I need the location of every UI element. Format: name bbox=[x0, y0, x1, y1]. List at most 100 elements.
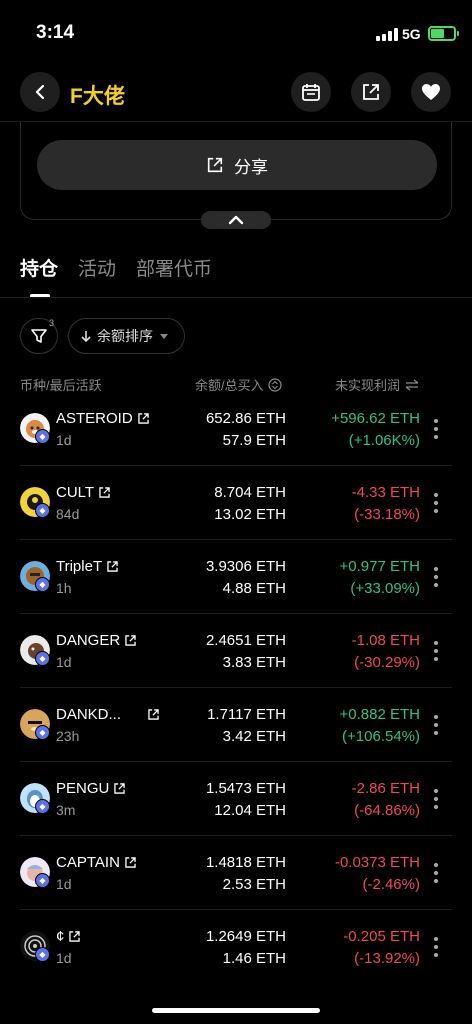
caret-down-icon bbox=[160, 334, 168, 339]
eth-chain-icon: ◆ bbox=[35, 799, 50, 814]
more-options-button[interactable] bbox=[432, 715, 440, 735]
token-symbol[interactable]: PENGU bbox=[56, 780, 126, 797]
balance: 2.4651 ETH bbox=[205, 632, 286, 649]
holding-row[interactable]: ◆ ASTEROID 1d 652.86 ETH 57.9 ETH +596.6… bbox=[0, 392, 472, 466]
token-symbol[interactable]: CULT bbox=[56, 484, 111, 501]
eth-chain-icon: ◆ bbox=[35, 503, 50, 518]
token-symbol[interactable]: DANGER bbox=[56, 632, 137, 649]
unrealized-pnl: +596.62 ETH bbox=[331, 410, 420, 427]
balance: 8.704 ETH bbox=[214, 484, 286, 501]
total-bought: 13.02 ETH bbox=[214, 506, 286, 523]
unrealized-pnl-percent: (-30.29%) bbox=[354, 654, 420, 671]
more-options-button[interactable] bbox=[432, 937, 440, 957]
token-symbol[interactable]: ASTEROID bbox=[56, 410, 150, 427]
more-options-button[interactable] bbox=[432, 641, 440, 661]
currency-toggle-icon bbox=[268, 377, 282, 392]
total-bought: 57.9 ETH bbox=[222, 432, 286, 449]
token-symbol[interactable]: ¢ bbox=[56, 928, 81, 945]
last-active: 84d bbox=[56, 506, 80, 522]
unrealized-pnl-percent: (-2.46%) bbox=[362, 876, 420, 893]
back-button[interactable] bbox=[20, 72, 60, 112]
favorite-button[interactable] bbox=[411, 72, 451, 112]
last-active: 1h bbox=[56, 580, 72, 596]
holding-row[interactable]: ◆ CULT 84d 8.704 ETH 13.02 ETH -4.33 ETH… bbox=[0, 466, 472, 540]
external-link-icon bbox=[137, 413, 149, 424]
cent-icon: ◆ bbox=[20, 931, 50, 962]
more-options-button[interactable] bbox=[432, 419, 440, 439]
asteroid-shiba-icon: ◆ bbox=[20, 413, 50, 444]
total-bought: 12.04 ETH bbox=[214, 802, 286, 819]
holding-row[interactable]: ◆ ¢ 1d 1.2649 ETH 1.46 ETH -0.205 ETH (-… bbox=[0, 910, 472, 984]
eth-chain-icon: ◆ bbox=[35, 651, 50, 666]
external-link-icon bbox=[114, 783, 126, 794]
unrealized-pnl: +0.882 ETH bbox=[339, 706, 420, 723]
danger-icon: ◆ bbox=[20, 635, 50, 666]
sort-dropdown[interactable]: 余额排序 bbox=[68, 318, 185, 354]
total-bought: 2.53 ETH bbox=[222, 876, 286, 893]
unrealized-pnl-percent: (+33.09%) bbox=[350, 580, 420, 597]
total-bought: 4.88 ETH bbox=[222, 580, 286, 597]
share-button[interactable]: 分享 bbox=[37, 140, 437, 190]
eth-chain-icon: ◆ bbox=[35, 947, 50, 962]
more-options-button[interactable] bbox=[432, 863, 440, 883]
external-link-icon bbox=[99, 487, 110, 498]
last-active: 1d bbox=[56, 950, 72, 966]
unrealized-pnl-percent: (-64.86%) bbox=[354, 802, 420, 819]
external-link-icon bbox=[107, 561, 118, 572]
token-symbol[interactable]: CAPTAIN bbox=[56, 854, 137, 871]
unrealized-pnl: -0.0373 ETH bbox=[334, 854, 420, 871]
home-indicator[interactable] bbox=[152, 1008, 320, 1013]
external-link-icon bbox=[148, 709, 159, 720]
external-share-button[interactable] bbox=[351, 72, 391, 112]
triplet-icon: ◆ bbox=[20, 561, 50, 592]
signal-icon bbox=[376, 28, 398, 41]
holding-row[interactable]: ◆ DANGER 1d 2.4651 ETH 3.83 ETH -1.08 ET… bbox=[0, 614, 472, 688]
eth-chain-icon: ◆ bbox=[35, 725, 50, 740]
eth-chain-icon: ◆ bbox=[35, 429, 50, 444]
unrealized-pnl-percent: (-13.92%) bbox=[354, 950, 420, 967]
profile-card: 分享 bbox=[20, 122, 452, 220]
holding-row[interactable]: ◆ TripleT 1h 3.9306 ETH 4.88 ETH +0.977 … bbox=[0, 540, 472, 614]
chevron-left-icon bbox=[35, 84, 45, 100]
balance: 1.7117 ETH bbox=[207, 706, 286, 723]
status-bar: 3:14 5G bbox=[0, 0, 472, 60]
holding-row[interactable]: ◆ PENGU 3m 1.5473 ETH 12.04 ETH -2.86 ET… bbox=[0, 762, 472, 836]
token-symbol[interactable]: TripleT bbox=[56, 558, 119, 575]
unrealized-pnl: -1.08 ETH bbox=[351, 632, 420, 649]
unrealized-pnl: -2.86 ETH bbox=[351, 780, 420, 797]
holding-row[interactable]: ◆ DANKD... 23h 1.7117 ETH 3.42 ETH +0.88… bbox=[0, 688, 472, 762]
captain-icon: ◆ bbox=[20, 857, 50, 888]
dank-doge-icon: ◆ bbox=[20, 709, 50, 740]
total-bought: 3.42 ETH bbox=[222, 728, 286, 745]
last-active: 23h bbox=[56, 728, 80, 744]
external-link-icon bbox=[125, 635, 136, 646]
unrealized-pnl: -4.33 ETH bbox=[351, 484, 420, 501]
eth-chain-icon: ◆ bbox=[35, 577, 50, 592]
holding-row[interactable]: ◆ CAPTAIN 1d 1.4818 ETH 2.53 ETH -0.0373… bbox=[0, 836, 472, 910]
unrealized-pnl-percent: (+1.06K%) bbox=[348, 432, 420, 449]
total-bought: 3.83 ETH bbox=[222, 654, 286, 671]
filter-count-badge: 3 bbox=[49, 318, 55, 328]
page-title: F大佬 bbox=[70, 85, 125, 108]
tab-holdings[interactable]: 持仓 bbox=[20, 254, 58, 281]
last-active: 1d bbox=[56, 876, 72, 892]
sort-label: 余额排序 bbox=[97, 328, 153, 344]
token-symbol[interactable]: DANKD... bbox=[56, 706, 160, 723]
tab-deployed-tokens[interactable]: 部署代币 bbox=[136, 254, 212, 281]
share-icon bbox=[207, 157, 223, 173]
tab-activity[interactable]: 活动 bbox=[78, 254, 116, 281]
more-options-button[interactable] bbox=[432, 789, 440, 809]
unrealized-pnl-percent: (+106.54%) bbox=[342, 728, 420, 745]
collapse-button[interactable] bbox=[201, 211, 271, 229]
unrealized-pnl: +0.977 ETH bbox=[339, 558, 420, 575]
last-active: 1d bbox=[56, 654, 72, 670]
balance: 1.2649 ETH bbox=[205, 928, 286, 945]
more-options-button[interactable] bbox=[432, 567, 440, 587]
calendar-button[interactable] bbox=[291, 72, 331, 112]
more-options-button[interactable] bbox=[432, 493, 440, 513]
pengu-icon: ◆ bbox=[20, 783, 50, 814]
external-link-icon bbox=[363, 84, 379, 100]
unrealized-pnl: -0.205 ETH bbox=[343, 928, 420, 945]
last-active: 1d bbox=[56, 432, 72, 448]
status-time: 3:14 bbox=[36, 22, 75, 43]
